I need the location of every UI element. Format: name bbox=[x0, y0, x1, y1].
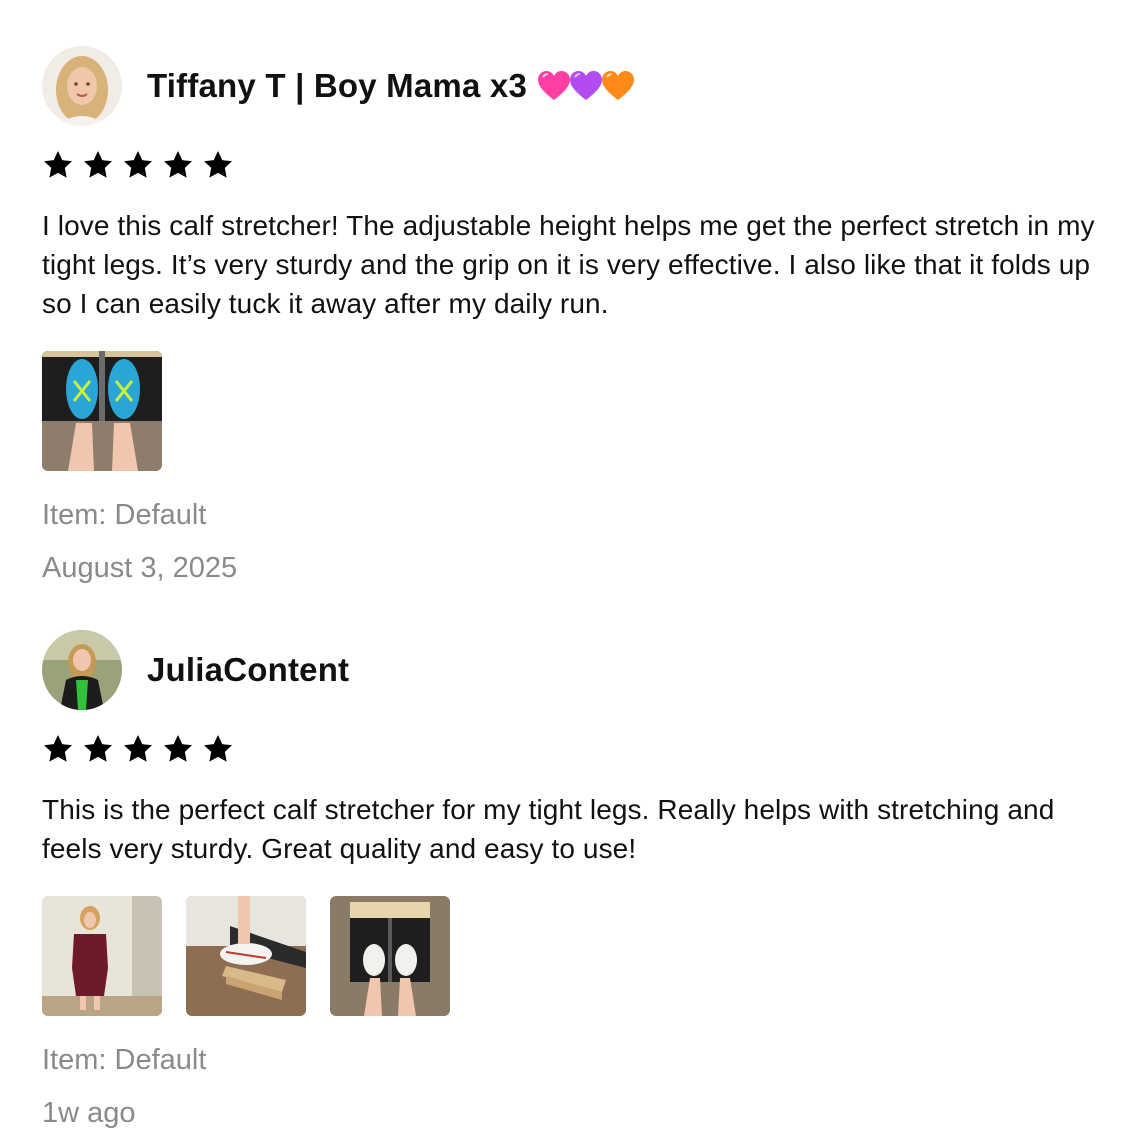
review-photo[interactable] bbox=[42, 351, 162, 471]
star-icon bbox=[164, 735, 192, 762]
reviewer-name[interactable]: Tiffany T | Boy Mama x3 bbox=[147, 67, 634, 105]
review-header: Tiffany T | Boy Mama x3 bbox=[42, 46, 1104, 126]
orange-heart-icon bbox=[602, 71, 634, 100]
review-header: JuliaContent bbox=[42, 630, 1104, 710]
pink-heart-icon bbox=[538, 71, 570, 100]
review-card: Tiffany T | Boy Mama x3 I love this calf… bbox=[42, 46, 1104, 585]
star-icon bbox=[204, 151, 232, 178]
review-photos bbox=[42, 351, 1104, 471]
review-card: JuliaContent This is the perfect calf st… bbox=[42, 630, 1104, 1130]
star-rating bbox=[42, 732, 1104, 766]
star-icon bbox=[84, 151, 112, 178]
item-variant: Item: Default bbox=[42, 499, 207, 531]
review-photo[interactable] bbox=[186, 896, 306, 1016]
review-date: 1w ago bbox=[42, 1097, 136, 1129]
star-icon bbox=[164, 151, 192, 178]
star-icon bbox=[84, 735, 112, 762]
purple-heart-icon bbox=[570, 71, 602, 100]
item-variant: Item: Default bbox=[42, 1044, 207, 1076]
star-icon bbox=[204, 735, 232, 762]
review-photo[interactable] bbox=[42, 896, 162, 1016]
star-icon bbox=[44, 151, 72, 178]
review-date: August 3, 2025 bbox=[42, 552, 238, 584]
review-text: This is the perfect calf stretcher for m… bbox=[42, 794, 1055, 864]
star-icon bbox=[124, 151, 152, 178]
avatar[interactable] bbox=[42, 46, 122, 126]
review-text: I love this calf stretcher! The adjustab… bbox=[42, 210, 1095, 319]
review-photos bbox=[42, 896, 1104, 1016]
reviewer-name[interactable]: JuliaContent bbox=[147, 651, 349, 689]
star-rating bbox=[42, 148, 1104, 182]
reviewer-name-text: Tiffany T | Boy Mama x3 bbox=[147, 67, 527, 104]
review-photo[interactable] bbox=[330, 896, 450, 1016]
star-icon bbox=[44, 735, 72, 762]
avatar[interactable] bbox=[42, 630, 122, 710]
star-icon bbox=[124, 735, 152, 762]
emoji-group bbox=[537, 70, 634, 102]
reviewer-name-text: JuliaContent bbox=[147, 651, 350, 688]
